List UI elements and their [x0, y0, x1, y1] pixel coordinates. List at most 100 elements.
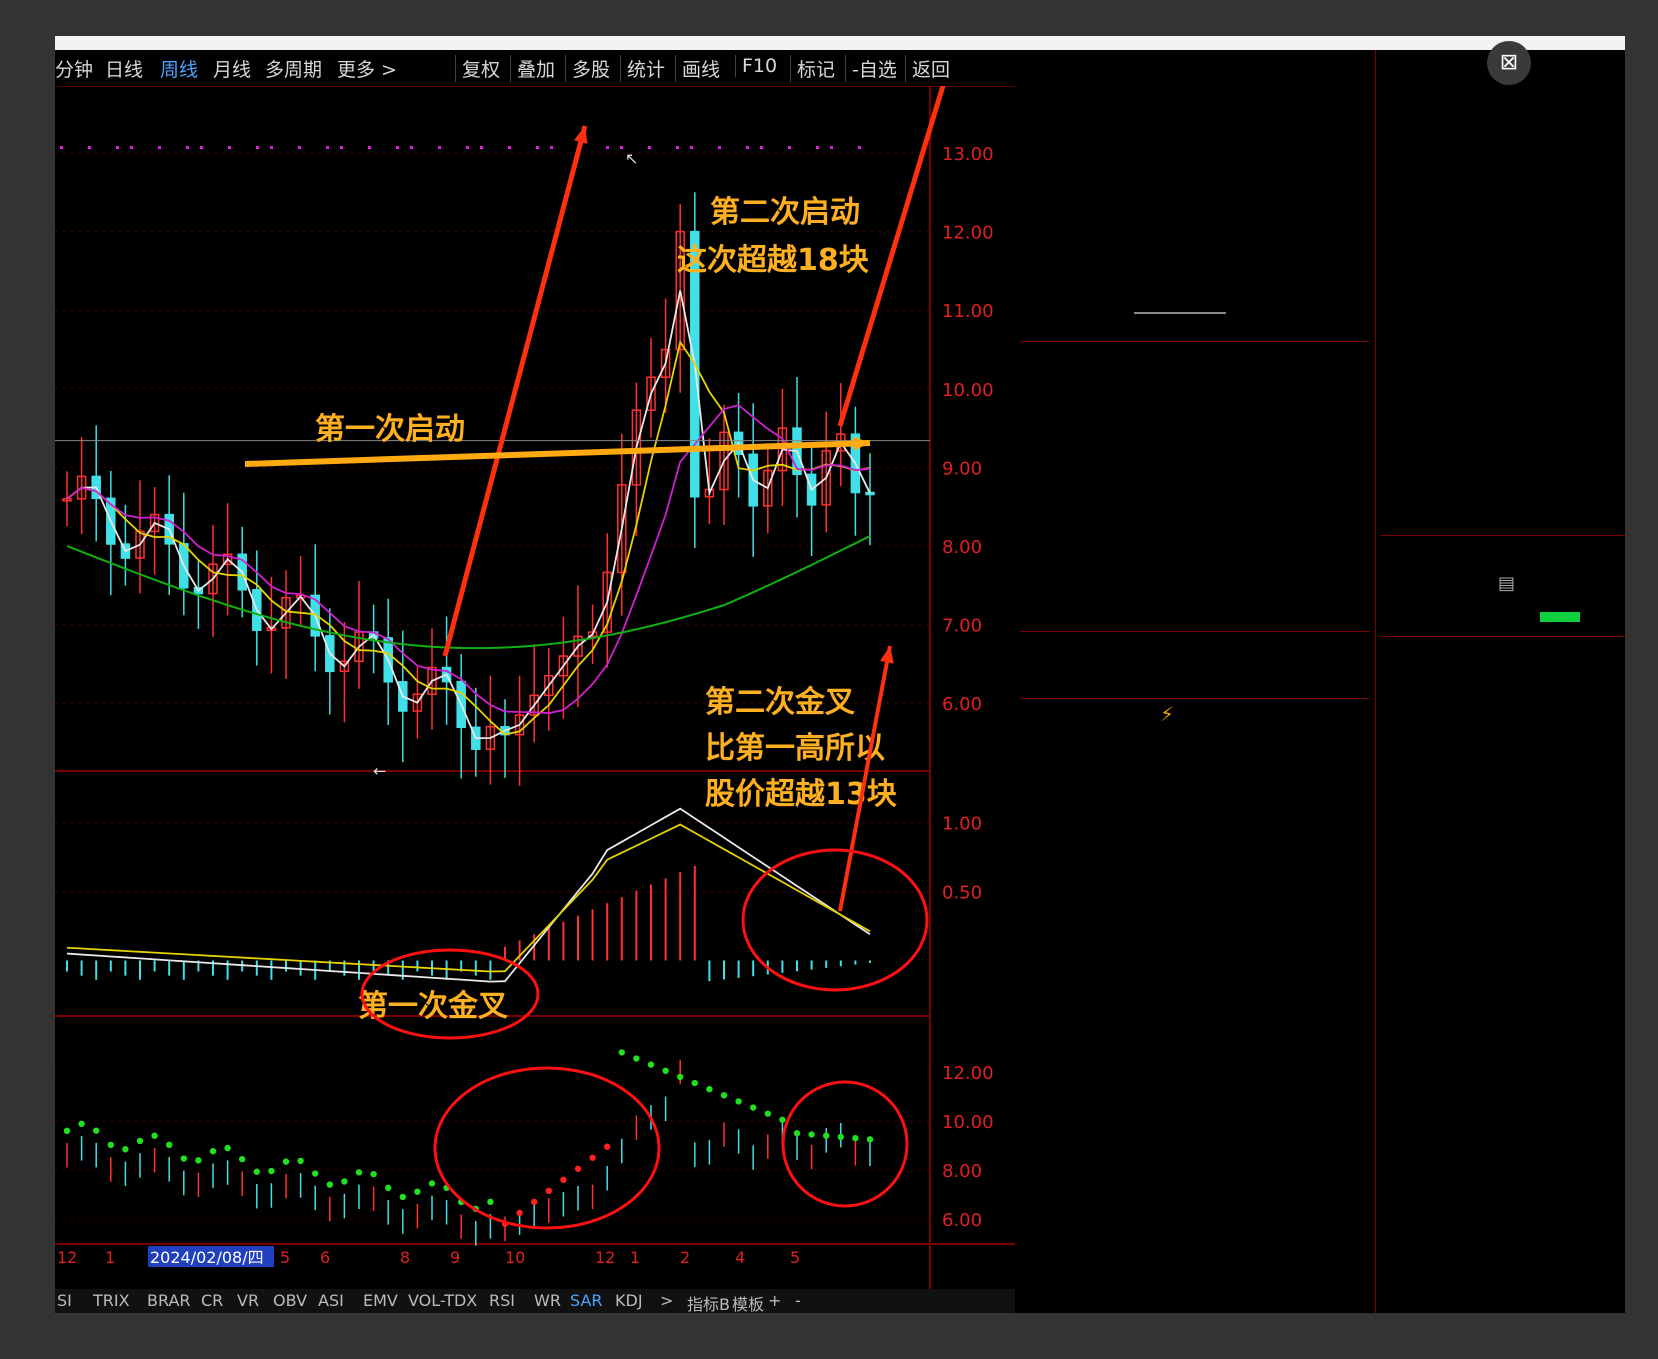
moving-average-line	[66, 339, 871, 736]
buy-level-row[interactable]	[1020, 543, 1380, 572]
sell-level-row[interactable]	[1020, 79, 1380, 108]
indicator-tab-4[interactable]: VR	[237, 1291, 259, 1310]
indicator-tab-3[interactable]: CR	[201, 1291, 223, 1310]
buy-level-row[interactable]	[1020, 456, 1380, 485]
sar-dot	[136, 1137, 144, 1145]
buy-level-row[interactable]	[1020, 485, 1380, 514]
indicator-tab-15[interactable]: 模板	[732, 1291, 764, 1313]
buy1_detail-header	[1020, 1185, 1380, 1214]
indicator-tab-2[interactable]: BRAR	[147, 1291, 191, 1310]
sell-level-row[interactable]	[1020, 282, 1380, 311]
sar-dot	[414, 1188, 421, 1195]
date-tick: 8	[400, 1248, 410, 1267]
indicator-tab-1[interactable]: TRIX	[93, 1291, 130, 1310]
annotation-second_cross_1: 第二次金叉	[705, 685, 855, 720]
sell-level-row[interactable]	[1020, 50, 1380, 79]
sar-dot	[574, 1165, 582, 1172]
sar-dot	[107, 1141, 114, 1149]
signal-dot	[326, 146, 329, 149]
signal-dot	[158, 146, 161, 149]
tool-button-2[interactable]: 多股	[565, 55, 610, 82]
quote-field-row	[1380, 216, 1625, 247]
indicator-tab-6[interactable]: ASI	[318, 1291, 344, 1310]
quote-field-row	[1380, 500, 1625, 531]
list-icon[interactable]: ▤	[1498, 573, 1515, 594]
period-tab-1[interactable]: 日线	[105, 55, 143, 82]
sar-dot	[604, 1143, 611, 1150]
period-tab-4[interactable]: 多周期	[265, 55, 322, 82]
period-tab-0[interactable]: 分钟	[55, 55, 93, 82]
tool-button-3[interactable]: 统计	[620, 55, 665, 82]
tool-button-8[interactable]: 返回	[905, 55, 950, 82]
sar-dot	[326, 1181, 333, 1188]
indicator-tab-8[interactable]: VOL-TDX	[408, 1291, 477, 1310]
annotation-first_start: 第一次启动	[315, 412, 465, 447]
tool-button-1[interactable]: 叠加	[510, 55, 555, 82]
period-toolbar: 分钟 日线 周线 月线 多周期 更多 > 复权 叠加 多股 统计 画线 F10 标记 -自选 返回	[55, 50, 1015, 87]
buy-level-row[interactable]	[1020, 427, 1380, 456]
buy-level-row[interactable]	[1020, 572, 1380, 601]
period-tab-3[interactable]: 月线	[213, 55, 251, 82]
indicator-tab-16[interactable]: +	[768, 1291, 781, 1310]
sar-dot	[662, 1067, 669, 1074]
signal-dot	[200, 146, 203, 149]
buy-level-row[interactable]	[1020, 340, 1380, 369]
sar-dot	[151, 1132, 158, 1139]
signal-dot	[438, 146, 441, 149]
signal-dot	[60, 146, 63, 149]
signal-dot	[536, 146, 539, 149]
tool-button-5[interactable]: F10	[735, 55, 777, 77]
indicator-tab-13[interactable]: >	[660, 1291, 673, 1310]
indicator-tab-5[interactable]: OBV	[273, 1291, 307, 1310]
trade-row	[1020, 886, 1370, 910]
tick-row	[1380, 1047, 1625, 1076]
annotation-first_cross: 第一次金叉	[358, 989, 508, 1024]
indicator-tab-12[interactable]: KDJ	[615, 1291, 643, 1310]
sell-level-row[interactable]	[1020, 108, 1380, 137]
sell-level-row[interactable]	[1020, 253, 1380, 282]
sell-level-row[interactable]	[1020, 311, 1380, 340]
date-tick: 12	[595, 1248, 615, 1267]
stock-info-panel: ▤	[1380, 50, 1625, 1313]
trade-row	[1020, 982, 1370, 1006]
sar-dot	[428, 1180, 436, 1187]
sar-tick: 8.00	[942, 1161, 982, 1182]
tick-row	[1380, 1193, 1625, 1222]
indicator-tab-14[interactable]: 指标B	[687, 1291, 730, 1313]
buy-level-row[interactable]	[1020, 398, 1380, 427]
signal-dot	[340, 146, 343, 149]
sar-dot	[63, 1127, 71, 1135]
sell-level-row[interactable]	[1020, 166, 1380, 195]
period-tab-5[interactable]: 更多 >	[337, 55, 397, 82]
buy-level-row[interactable]	[1020, 601, 1380, 630]
signal-dot	[760, 146, 763, 149]
signal-dot	[396, 146, 399, 149]
sell-level-row[interactable]	[1020, 224, 1380, 253]
indicator-tab-7[interactable]: EMV	[363, 1291, 398, 1310]
date-tick: 5	[790, 1248, 800, 1267]
indicator-tab-9[interactable]: RSI	[489, 1291, 515, 1310]
tool-button-7[interactable]: -自选	[845, 55, 897, 82]
kline-chart[interactable]: 13.00 12.00 11.00 10.00 9.00 8.00 7.00 6.00 ↖ ← 1.…	[55, 86, 1015, 1291]
buy-level-row[interactable]	[1020, 369, 1380, 398]
trade-row	[1020, 838, 1370, 862]
indicator-tab-17[interactable]: -	[795, 1291, 801, 1310]
indicator-tabs: SI TRIX BRAR CR VR OBV ASI EMV VOL-TDX RSI WR SAR KD…	[55, 1289, 1015, 1313]
sell-level-row[interactable]	[1020, 137, 1380, 166]
buy-level-row[interactable]	[1020, 514, 1380, 543]
indicator-tab-10[interactable]: WR	[534, 1291, 561, 1310]
tick-row	[1380, 696, 1625, 725]
signal-dot	[130, 146, 133, 149]
price-tick: 8.00	[942, 537, 982, 558]
period-tab-2[interactable]: 周线	[160, 55, 198, 82]
tool-button-0[interactable]: 复权	[455, 55, 500, 82]
indicator-tab-0[interactable]: SI	[57, 1291, 72, 1310]
sell-level-row[interactable]	[1020, 195, 1380, 224]
sar-tick: 6.00	[942, 1210, 982, 1231]
book-divider	[1020, 631, 1370, 632]
close-icon[interactable]: ⊠	[1487, 41, 1531, 85]
tool-button-6[interactable]: 标记	[790, 55, 835, 82]
indicator-tab-11[interactable]: SAR	[570, 1291, 603, 1310]
date-tick: 9	[450, 1248, 460, 1267]
tool-button-4[interactable]: 画线	[675, 55, 720, 82]
